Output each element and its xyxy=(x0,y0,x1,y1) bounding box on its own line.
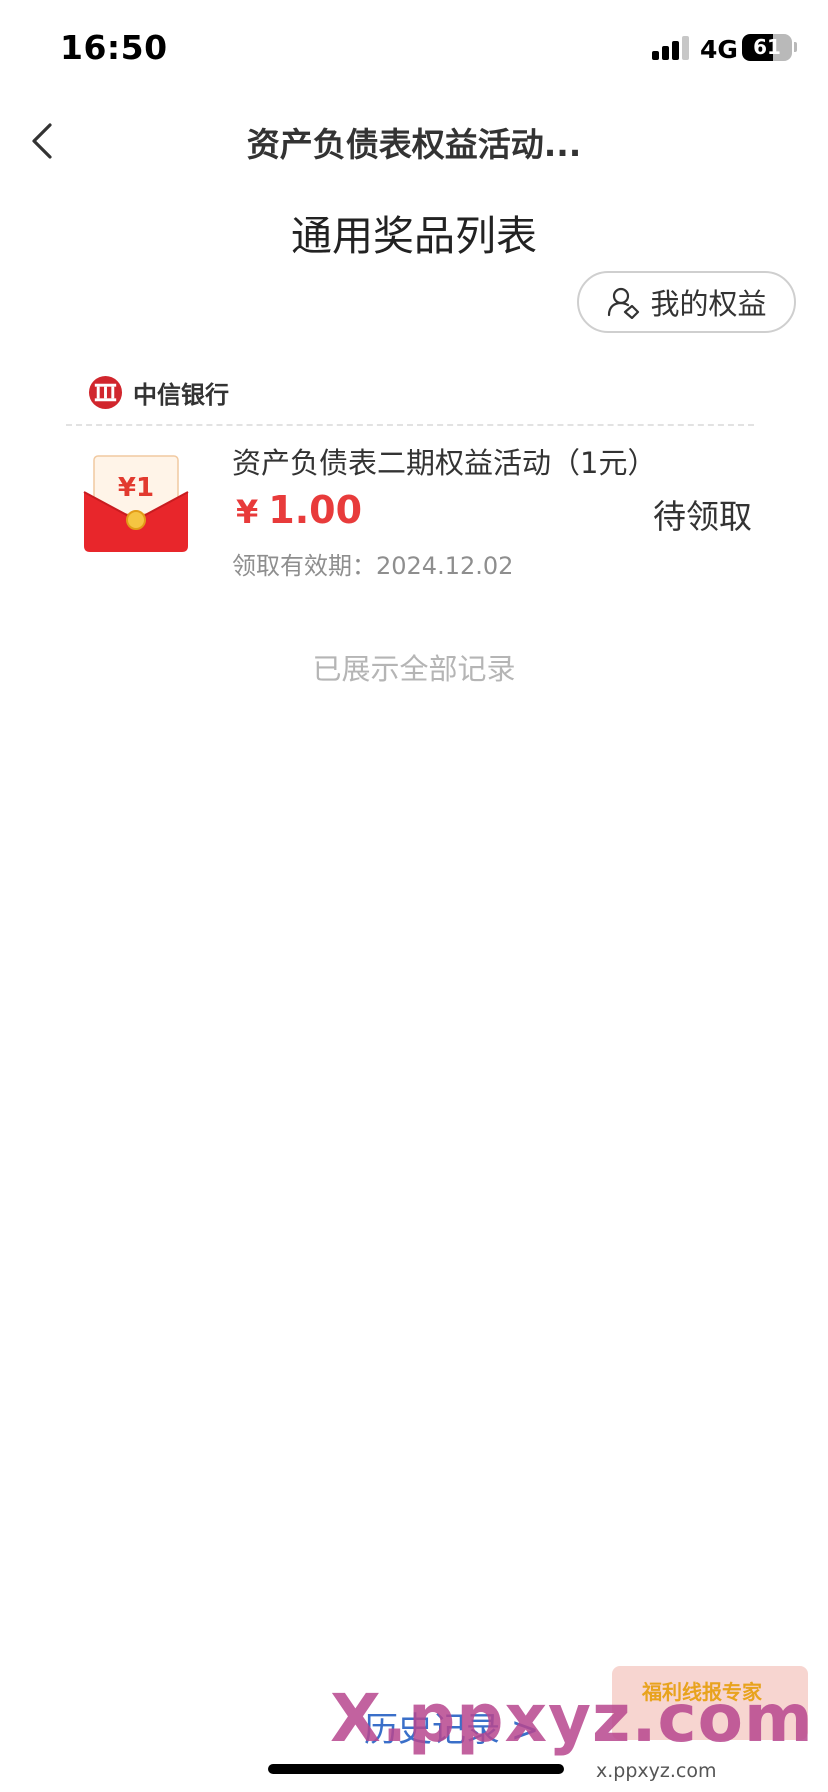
my-rights-button[interactable]: 我的权益 xyxy=(577,271,796,333)
prize-title: 资产负债表二期权益活动（1元） xyxy=(232,446,657,480)
prize-amount-value: 1.00 xyxy=(268,488,363,532)
battery-tip xyxy=(794,42,797,52)
section-title: 通用奖品列表 xyxy=(291,212,537,260)
svg-text:¥1: ¥1 xyxy=(118,473,154,503)
signal-icon xyxy=(652,36,690,60)
screen: 16:50 4G 61 资产负债表权益活动... 通用奖品列表 我的权益 中信银… xyxy=(0,0,828,1792)
battery-level: 61 xyxy=(753,35,781,59)
prize-amount: ¥ 1.00 xyxy=(236,488,362,532)
prize-currency: ¥ xyxy=(236,493,259,531)
status-bar: 16:50 4G 61 xyxy=(0,0,828,100)
prize-status[interactable]: 待领取 xyxy=(653,490,752,538)
page-title: 资产负债表权益活动... xyxy=(246,125,582,164)
battery-icon: 61 xyxy=(742,34,792,61)
chevron-left-icon xyxy=(32,123,52,159)
bank-name: 中信银行 xyxy=(133,380,229,409)
home-indicator[interactable] xyxy=(268,1764,564,1774)
network-type: 4G xyxy=(700,35,738,64)
citic-logo xyxy=(88,375,123,409)
users-icon xyxy=(608,287,640,319)
divider xyxy=(66,424,754,426)
prize-validity: 领取有效期：2024.12.02 xyxy=(232,552,514,580)
list-end-text: 已展示全部记录 xyxy=(312,652,516,686)
red-envelope-icon: ¥1 xyxy=(83,455,189,552)
bank-header: 中信银行 xyxy=(88,372,229,412)
back-button[interactable] xyxy=(22,116,62,166)
status-time: 16:50 xyxy=(60,28,168,67)
watermark-main: X.ppxyz.com xyxy=(330,1680,814,1757)
my-rights-label: 我的权益 xyxy=(650,287,767,321)
watermark-sub: x.ppxyz.com xyxy=(596,1760,717,1782)
